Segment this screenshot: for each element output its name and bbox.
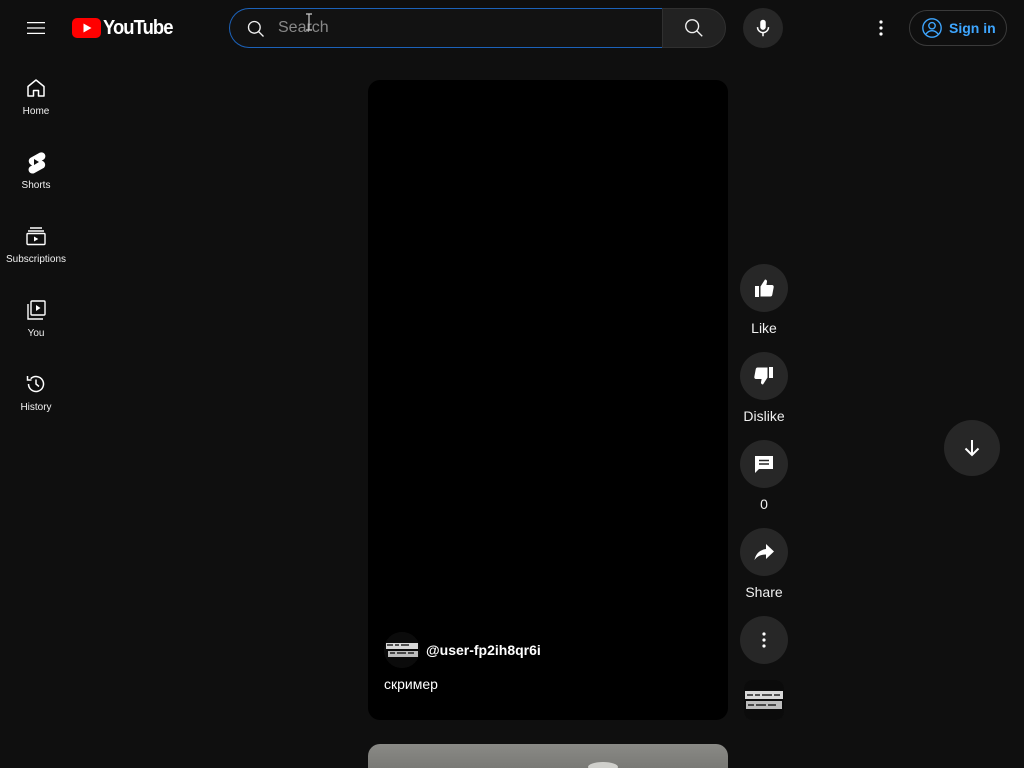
dislike-button[interactable] (740, 352, 788, 400)
more-actions-button[interactable] (740, 616, 788, 664)
next-short-button[interactable] (944, 420, 1000, 476)
text-cursor-icon (306, 13, 312, 31)
search-icon (685, 19, 703, 37)
search-icon (247, 20, 264, 37)
microphone-icon (756, 19, 770, 37)
sign-in-label: Sign in (949, 20, 996, 36)
sound-thumbnail-image (744, 680, 784, 720)
sign-in-button[interactable]: Sign in (909, 10, 1007, 46)
short-video-player[interactable]: @user-fp2ih8qr6i скример (368, 80, 728, 720)
sidebar-item-you[interactable]: You (0, 278, 72, 352)
more-vertical-icon (762, 632, 766, 648)
subscriptions-icon (26, 227, 46, 246)
sidebar-item-label: History (20, 402, 52, 413)
share-label: Share (745, 584, 783, 600)
thumbs-up-icon (755, 279, 774, 297)
channel-info: @user-fp2ih8qr6i (384, 632, 541, 668)
sidebar-item-home[interactable]: Home (0, 56, 72, 130)
sidebar-item-label: Subscriptions (5, 254, 67, 265)
arrow-down-icon (964, 440, 980, 457)
hamburger-menu-icon (27, 22, 45, 34)
sidebar-item-shorts[interactable]: Shorts (0, 130, 72, 204)
sidebar-item-label: You (27, 328, 45, 339)
guide-menu-button[interactable] (16, 8, 56, 48)
like-label: Like (751, 320, 777, 336)
sidebar-item-history[interactable]: History (0, 352, 72, 426)
sidebar-item-subscriptions[interactable]: Subscriptions (0, 204, 72, 278)
avatar-image (384, 632, 420, 668)
dislike-action: Dislike (740, 352, 788, 424)
sidebar-item-label: Shorts (21, 180, 51, 191)
thumbs-down-icon (754, 367, 773, 385)
comments-count: 0 (760, 496, 768, 512)
next-short-preview[interactable] (368, 744, 728, 768)
search-box[interactable] (229, 8, 663, 48)
history-icon (26, 375, 45, 393)
share-icon (754, 544, 774, 560)
comments-action: 0 (740, 440, 788, 512)
mini-guide: Home Shorts Subscriptions You History (0, 56, 72, 426)
channel-avatar[interactable] (384, 632, 420, 668)
like-action: Like (740, 264, 788, 336)
logo-wordmark: YouTube (103, 16, 173, 39)
dislike-label: Dislike (743, 408, 785, 424)
sidebar-item-label: Home (22, 106, 50, 117)
share-action: Share (740, 528, 788, 600)
short-actions: Like Dislike 0 Share (740, 264, 788, 616)
shorts-icon (28, 152, 46, 174)
sound-thumbnail[interactable] (744, 680, 784, 720)
settings-more-button[interactable] (861, 8, 901, 48)
like-button[interactable] (740, 264, 788, 312)
youtube-play-icon (72, 18, 101, 38)
comments-button[interactable] (740, 440, 788, 488)
search-input[interactable] (278, 9, 648, 47)
more-vertical-icon (879, 20, 883, 36)
comment-icon (755, 456, 773, 473)
voice-search-button[interactable] (743, 8, 783, 48)
you-library-icon (27, 300, 46, 320)
home-icon (27, 79, 45, 97)
youtube-logo[interactable]: YouTube (72, 16, 179, 40)
account-circle-icon (922, 18, 942, 38)
search-button[interactable] (662, 8, 726, 48)
share-button[interactable] (740, 528, 788, 576)
channel-name[interactable]: @user-fp2ih8qr6i (426, 642, 541, 658)
preview-highlight (588, 762, 618, 768)
short-title[interactable]: скример (384, 676, 438, 692)
masthead: YouTube Sign in (0, 0, 1024, 56)
